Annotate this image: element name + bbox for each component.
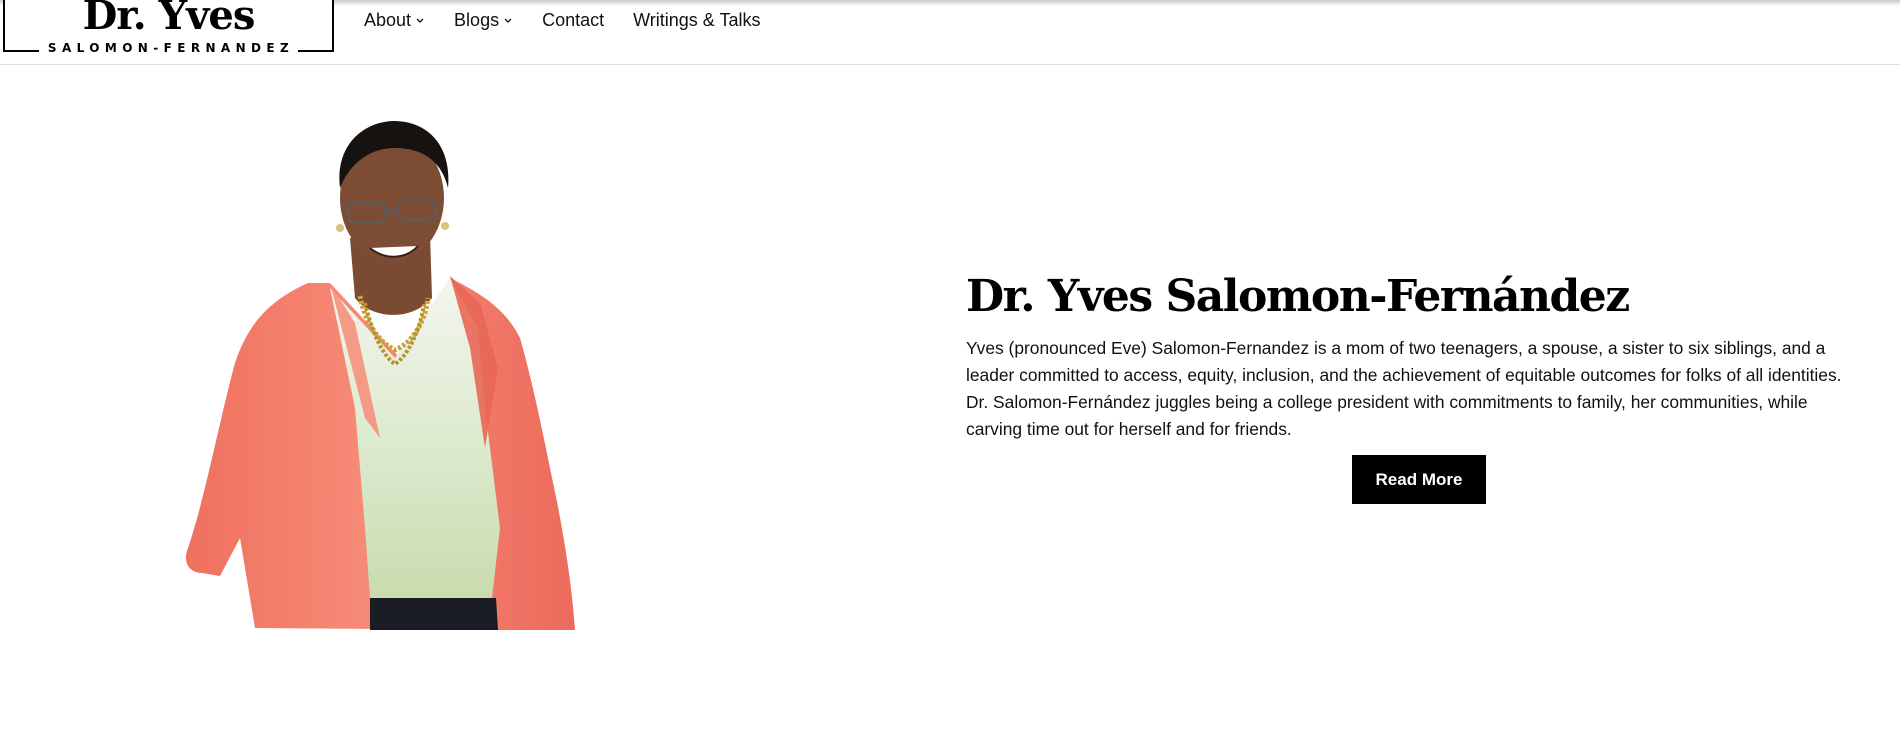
nav-about-label: About xyxy=(364,10,412,30)
nav-blogs-label: Blogs xyxy=(454,10,500,30)
chevron-down-icon xyxy=(416,18,424,23)
nav-about[interactable]: About xyxy=(364,9,425,31)
nav-blogs[interactable]: Blogs xyxy=(454,9,513,31)
logo-surname: SALOMON-FERNANDEZ xyxy=(39,40,298,56)
nav-writings-label: Writings & Talks xyxy=(633,10,761,30)
read-more-button[interactable]: Read More xyxy=(1352,455,1486,504)
nav-contact-label: Contact xyxy=(542,10,605,30)
nav-contact[interactable]: Contact xyxy=(542,9,604,31)
portrait-illustration xyxy=(185,120,575,630)
portrait-photo xyxy=(180,118,580,630)
chevron-down-icon xyxy=(504,18,512,23)
main-nav: About Blogs Contact Writings & Talks xyxy=(364,9,790,31)
nav-writings-talks[interactable]: Writings & Talks xyxy=(633,9,760,31)
logo-name: Dr. Yves xyxy=(82,0,256,39)
site-header: Dr. Yves SALOMON-FERNANDEZ About Blogs C… xyxy=(0,0,1900,65)
page-title: Dr. Yves Salomon-Fernández xyxy=(966,271,1630,323)
bio-paragraph: Yves (pronounced Eve) Salomon-Fernandez … xyxy=(966,338,1842,440)
site-logo[interactable]: Dr. Yves SALOMON-FERNANDEZ xyxy=(3,0,334,56)
